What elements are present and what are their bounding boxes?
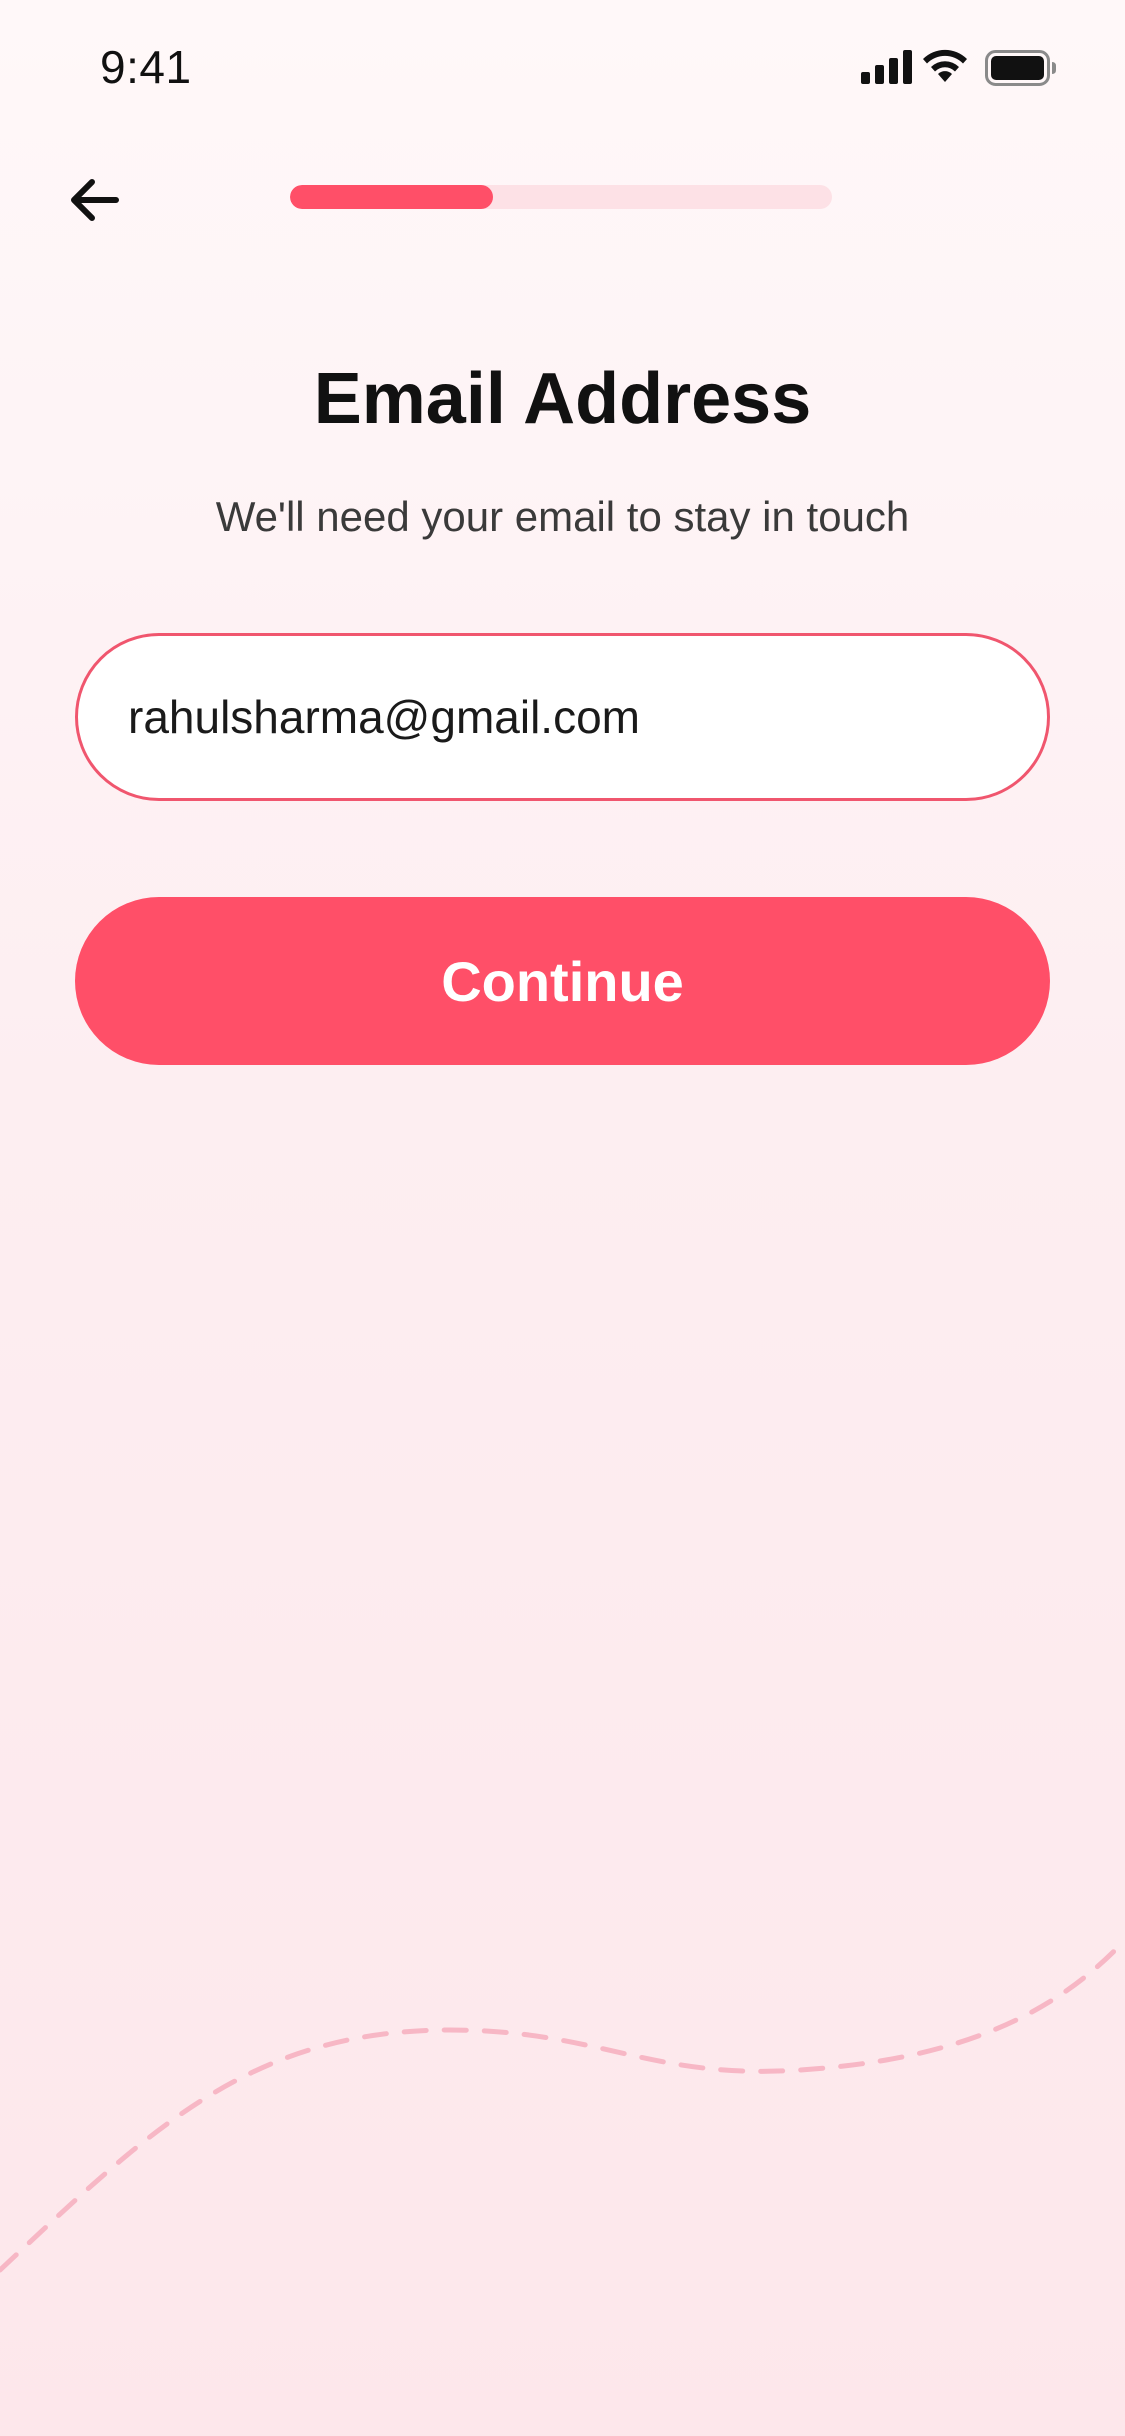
status-time: 9:41 bbox=[100, 41, 192, 93]
continue-button[interactable]: Continue bbox=[75, 897, 1050, 1065]
arrow-left-icon bbox=[71, 179, 119, 221]
email-field[interactable] bbox=[128, 636, 988, 798]
page-title: Email Address bbox=[313, 359, 812, 439]
progress-bar-fill bbox=[290, 185, 494, 209]
progress-bar bbox=[290, 185, 832, 209]
email-field-container[interactable] bbox=[75, 633, 1050, 801]
email-step-screen: 9:41 Email Address We'll need your email… bbox=[0, 0, 1125, 2436]
back-button[interactable] bbox=[54, 160, 134, 240]
page-subtitle: We'll need your email to stay in touch bbox=[215, 493, 910, 540]
signal-icon bbox=[861, 50, 912, 84]
wifi-icon bbox=[923, 49, 967, 82]
battery-icon bbox=[985, 50, 1056, 86]
status-bar: 9:41 bbox=[0, 0, 1125, 140]
decorative-wave bbox=[0, 1937, 1125, 2273]
